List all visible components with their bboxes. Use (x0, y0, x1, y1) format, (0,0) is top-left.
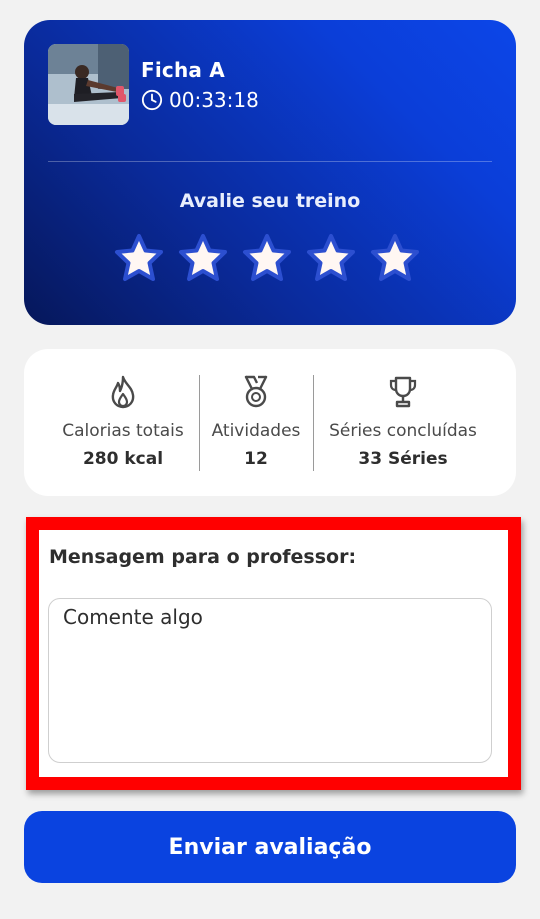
stat-value: 280 kcal (82, 449, 164, 469)
stat-activities: Atividades 12 (201, 349, 311, 496)
star-icon-2[interactable] (176, 232, 230, 286)
stat-value: 12 (244, 449, 268, 469)
submit-rating-button[interactable]: Enviar avaliação (24, 811, 516, 883)
workout-summary-card: Ficha A 00:33:18 Avalie seu treino (24, 20, 516, 325)
stats-card: Calorias totais 280 kcal Atividades 12 S… (24, 349, 516, 496)
athlete-stretching-photo (48, 44, 129, 125)
workout-thumbnail (48, 44, 129, 125)
flame-icon (111, 375, 135, 409)
rating-label: Avalie seu treino (179, 190, 361, 212)
medal-icon (244, 375, 268, 408)
clock-icon (141, 89, 163, 111)
star-icon-1[interactable] (112, 232, 166, 286)
star-icon-3[interactable] (240, 232, 294, 286)
divider (48, 161, 492, 162)
stat-label: Atividades (211, 421, 301, 441)
workout-title: Ficha A (141, 58, 225, 82)
star-rating (112, 232, 422, 286)
message-label: Mensagem para o professor: (49, 546, 357, 568)
message-input[interactable] (48, 598, 492, 763)
duration-text: 00:33:18 (169, 88, 259, 112)
workout-duration: 00:33:18 (141, 88, 259, 112)
stat-calories: Calorias totais 280 kcal (48, 349, 198, 496)
stat-label: Calorias totais (62, 421, 184, 441)
stat-series: Séries concluídas 33 Séries (316, 349, 490, 496)
star-icon-5[interactable] (368, 232, 422, 286)
stat-label: Séries concluídas (329, 421, 477, 441)
trophy-icon (389, 376, 417, 408)
divider (199, 375, 200, 471)
stat-value: 33 Séries (358, 449, 448, 469)
divider (313, 375, 314, 471)
star-icon-4[interactable] (304, 232, 358, 286)
